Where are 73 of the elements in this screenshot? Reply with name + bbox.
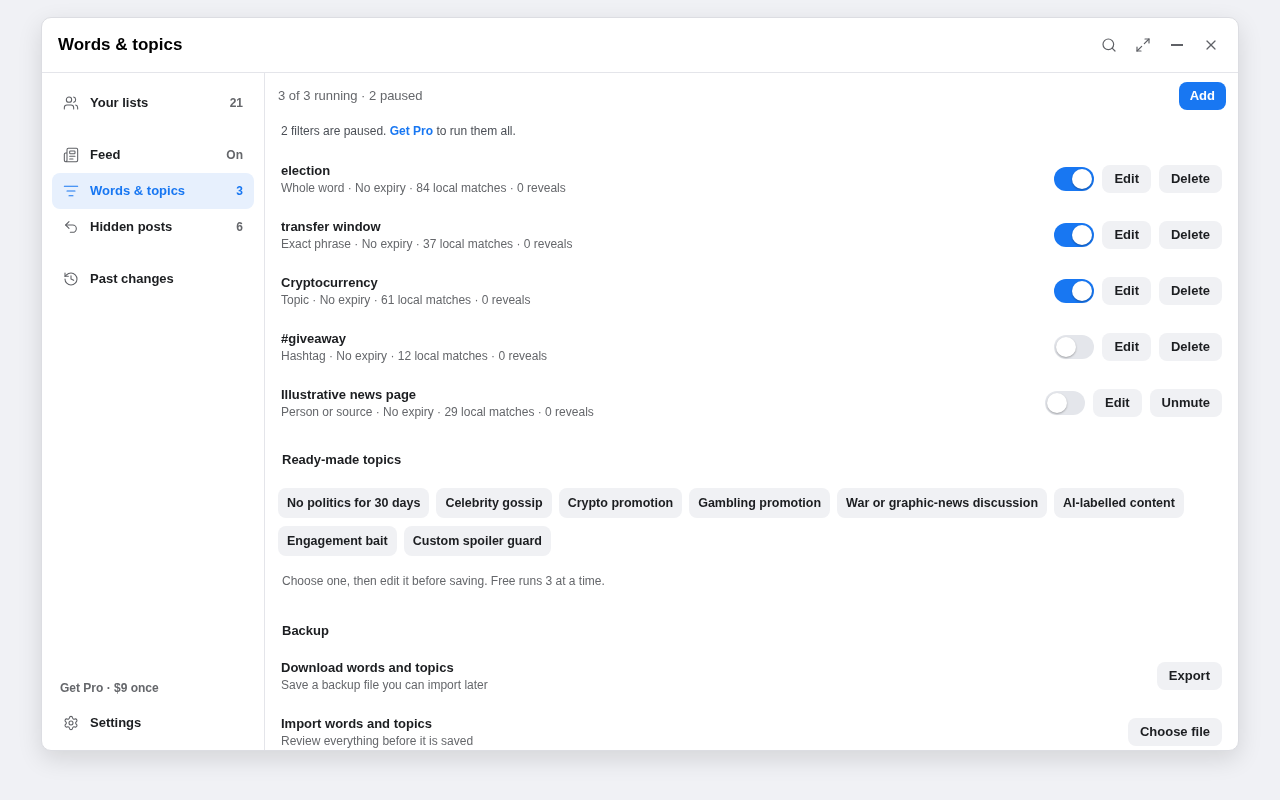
toggle-switch[interactable]	[1054, 279, 1095, 303]
settings-item[interactable]: Settings	[52, 705, 254, 741]
filter-name: election	[281, 162, 331, 179]
filter-name: Illustrative news page	[281, 386, 417, 403]
sidebar-item-count: 21	[229, 95, 243, 112]
running-summary: 3 of 3 running · 2 paused	[278, 87, 423, 106]
sidebar-item-label: Hidden posts	[90, 218, 173, 237]
topic-chip[interactable]: No politics for 30 days	[278, 488, 430, 518]
toggle-switch[interactable]	[1054, 335, 1095, 359]
topic-chip[interactable]: War or graphic-news discussion	[837, 488, 1048, 518]
toggle-switch[interactable]	[1045, 391, 1086, 415]
sidebar-item-label: Your lists	[90, 94, 149, 113]
sidebar-item[interactable]: Feed On	[52, 137, 254, 173]
edit-button[interactable]: Edit	[1102, 333, 1151, 361]
sidebar-item-count: 6	[236, 219, 243, 236]
topic-chip[interactable]: Custom spoiler guard	[403, 526, 551, 556]
settings-label: Settings	[90, 714, 142, 733]
backup-option-description: Review everything before it is saved	[281, 732, 474, 749]
export-button[interactable]: Export	[1156, 662, 1222, 690]
people-icon	[63, 95, 79, 111]
backup-option-title: Download words and topics	[281, 659, 454, 676]
topic-chip[interactable]: Gambling promotion	[689, 488, 831, 518]
topic-chip[interactable]: Celebrity gossip	[436, 488, 552, 518]
minus-icon	[1171, 44, 1183, 46]
get-pro-link[interactable]: Get Pro	[389, 124, 434, 138]
action-button[interactable]: Delete	[1158, 165, 1222, 193]
edit-button[interactable]: Edit	[1102, 165, 1151, 193]
filter-details: Exact phrase · No expiry · 37 local matches · 0 reveals	[281, 235, 573, 252]
toggle-switch[interactable]	[1054, 223, 1095, 247]
sidebar-item-count: 3	[236, 183, 243, 200]
expand-arrows-icon	[1135, 37, 1151, 53]
action-button[interactable]: Delete	[1158, 333, 1222, 361]
action-button[interactable]: Unmute	[1149, 389, 1222, 417]
choose-file-button[interactable]: Choose file	[1127, 718, 1222, 746]
newspaper-icon	[63, 147, 79, 163]
filter-details: Hashtag · No expiry · 12 local matches · 0 reveals	[281, 347, 548, 364]
topics-hint: Choose one, then edit it before saving. Free runs 3 at a time.	[282, 573, 605, 589]
sidebar-item-label: Feed	[90, 146, 121, 165]
edit-button[interactable]: Edit	[1093, 389, 1142, 417]
undo-arrow-icon	[63, 219, 79, 235]
section-heading: Ready-made topics	[282, 451, 402, 469]
history-icon	[63, 271, 79, 287]
pro-offer-text: Get Pro · $9 once	[60, 680, 159, 697]
filter-details: Person or source · No expiry · 29 local matches · 0 reveals	[281, 403, 594, 420]
filter-icon	[63, 183, 79, 199]
filter-details: Topic · No expiry · 61 local matches · 0 reveals	[281, 291, 531, 308]
sidebar-item[interactable]: Past changes	[52, 261, 254, 297]
add-button[interactable]: Add	[1178, 82, 1226, 110]
sidebar-item[interactable]: Words & topics 3	[52, 173, 254, 209]
filter-name: Cryptocurrency	[281, 274, 378, 291]
sidebar-item-count: On	[226, 147, 243, 164]
topic-chip[interactable]: Engagement bait	[278, 526, 397, 556]
backup-option-title: Import words and topics	[281, 715, 432, 732]
topic-chip[interactable]: Crypto promotion	[558, 488, 683, 518]
edit-button[interactable]: Edit	[1102, 277, 1151, 305]
sidebar-item-label: Past changes	[90, 270, 174, 289]
window-title: Words & topics	[58, 34, 183, 57]
topic-chip[interactable]: AI-labelled content	[1054, 488, 1184, 518]
paused-notice: 2 filters are paused. Get Pro to run them all.	[281, 123, 516, 140]
sidebar-item[interactable]: Your lists 21	[52, 85, 254, 121]
filter-name: transfer window	[281, 218, 381, 235]
sidebar-item-label: Words & topics	[90, 182, 186, 201]
settings-icon	[63, 715, 79, 731]
edit-button[interactable]: Edit	[1102, 221, 1151, 249]
toggle-switch[interactable]	[1054, 167, 1095, 191]
action-button[interactable]: Delete	[1158, 277, 1222, 305]
filter-name: #giveaway	[281, 330, 347, 347]
action-button[interactable]: Delete	[1158, 221, 1222, 249]
section-heading: Backup	[282, 622, 329, 640]
filter-details: Whole word · No expiry · 84 local matches · 0 reveals	[281, 179, 566, 196]
sidebar-item[interactable]: Hidden posts 6	[52, 209, 254, 245]
search-icon	[1101, 37, 1117, 53]
backup-option-description: Save a backup file you can import later	[281, 676, 488, 693]
